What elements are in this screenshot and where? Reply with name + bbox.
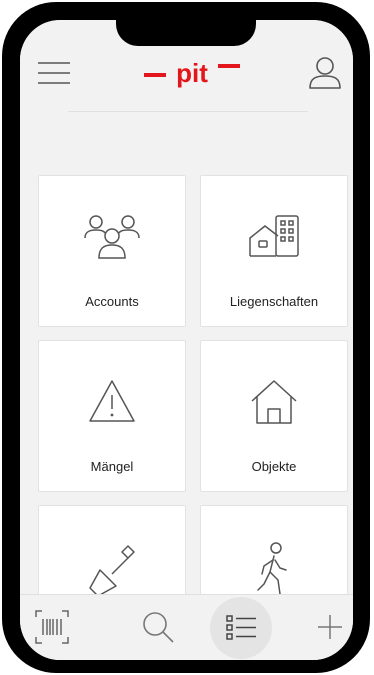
hamburger-menu-icon[interactable] <box>36 58 72 88</box>
header-divider <box>68 111 308 112</box>
search-icon <box>143 612 174 643</box>
users-group-icon <box>84 215 140 259</box>
pit-logo: pit <box>144 60 240 88</box>
logo-text: pit <box>176 60 208 88</box>
house-icon <box>251 380 297 424</box>
tile-grid: Accounts Liegenschaften Mängel Objekte <box>20 156 353 606</box>
tile-shovel[interactable] <box>38 505 186 606</box>
nav-list-button[interactable] <box>210 597 272 659</box>
user-profile-icon[interactable] <box>306 54 344 92</box>
bottom-navigation <box>20 594 353 660</box>
tile-accounts[interactable]: Accounts <box>38 175 186 327</box>
tile-walking[interactable] <box>200 505 348 606</box>
house-building-icon <box>249 215 299 257</box>
tile-label: Objekte <box>251 459 297 474</box>
app-screen: pit Accounts Liegenschaften Mängel Objek… <box>20 20 353 660</box>
shovel-icon <box>89 545 135 596</box>
tile-maengel[interactable]: Mängel <box>38 340 186 492</box>
nav-search-button[interactable] <box>134 603 182 651</box>
phone-frame: pit Accounts Liegenschaften Mängel Objek… <box>2 2 370 673</box>
walking-person-icon <box>257 542 287 595</box>
plus-icon <box>318 615 342 639</box>
phone-notch <box>116 20 256 46</box>
list-icon <box>226 615 256 640</box>
nav-add-button[interactable] <box>306 603 353 651</box>
tile-objekte[interactable]: Objekte <box>200 340 348 492</box>
tile-label: Liegenschaften <box>229 294 319 309</box>
tile-label: Mängel <box>90 459 134 474</box>
tile-liegenschaften[interactable]: Liegenschaften <box>200 175 348 327</box>
warning-triangle-icon <box>89 380 135 422</box>
nav-scan-button[interactable] <box>28 603 76 651</box>
barcode-scan-icon <box>35 610 69 644</box>
tile-label: Accounts <box>85 294 139 309</box>
